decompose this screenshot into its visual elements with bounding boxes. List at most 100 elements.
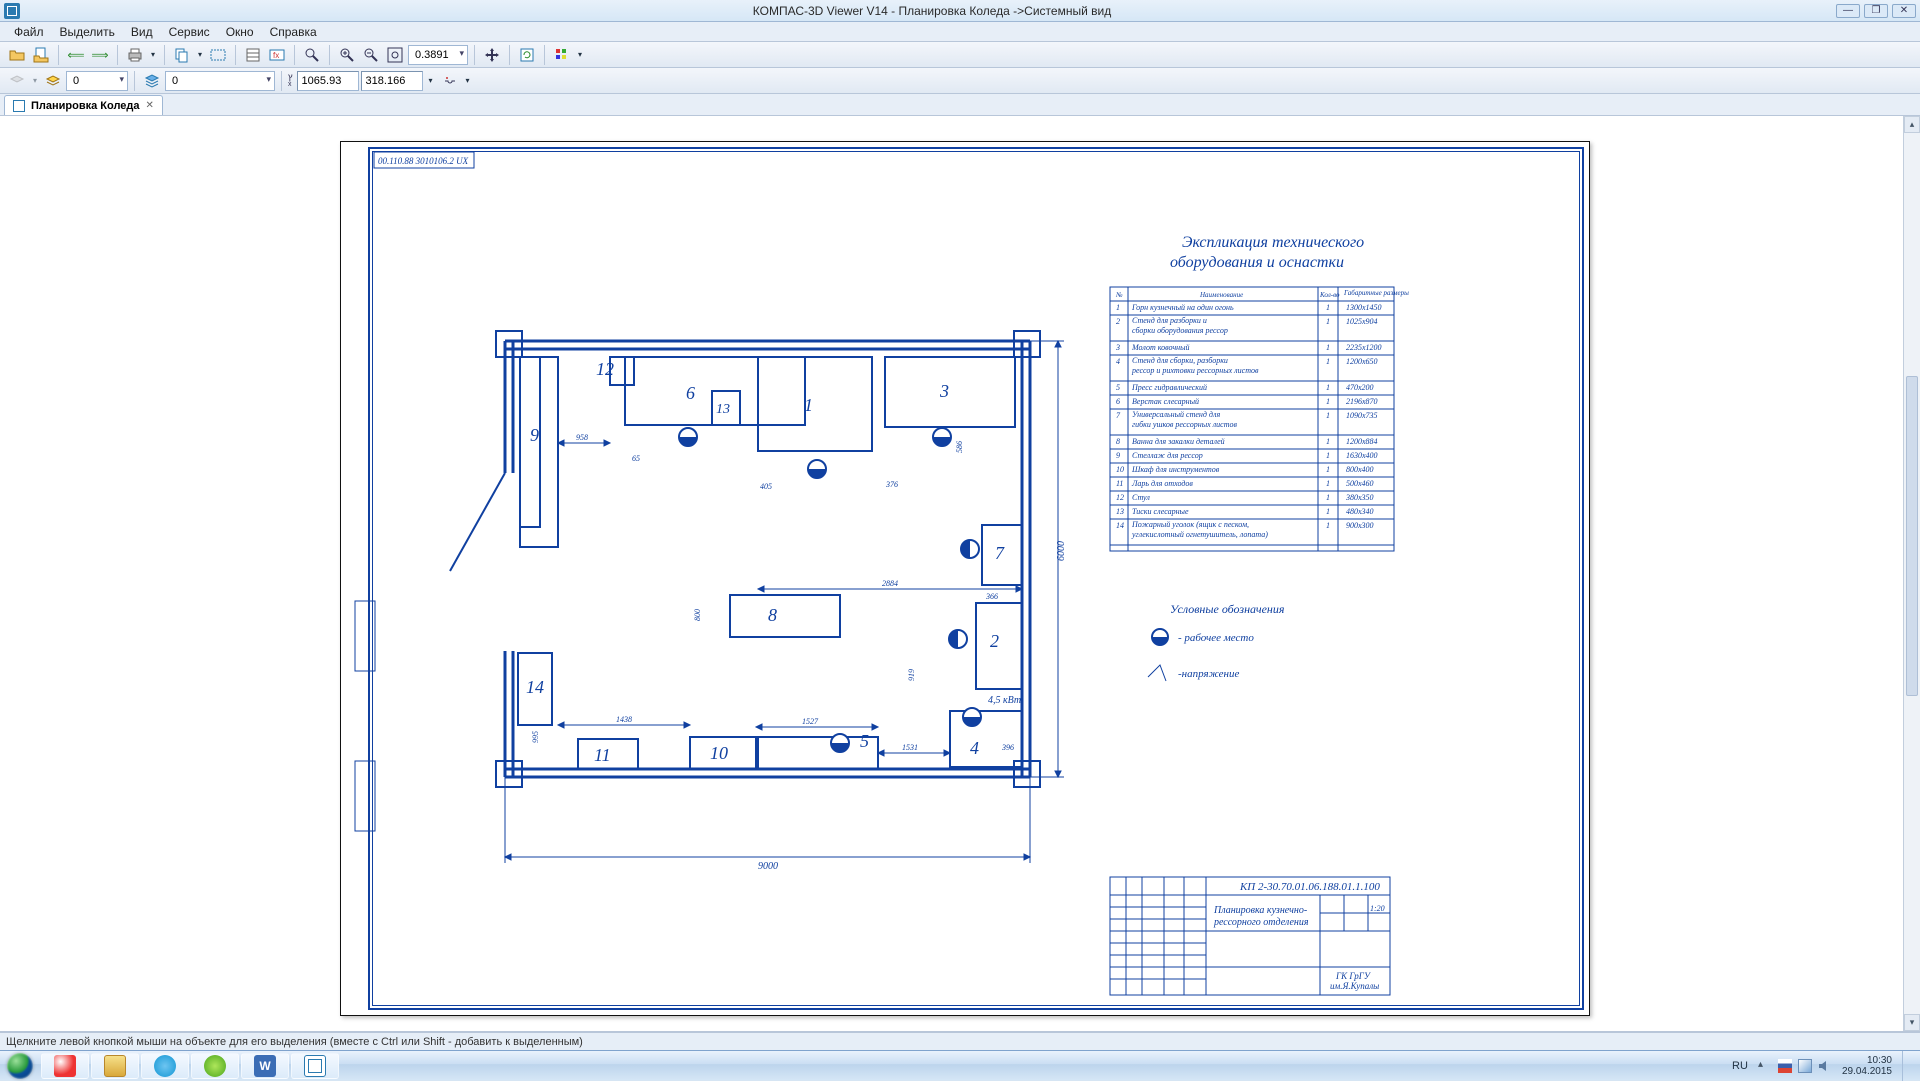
maximize-button[interactable]: ❐ (1864, 4, 1888, 18)
tray-clock[interactable]: 10:30 29.04.2015 (1842, 1055, 1892, 1077)
windows-taskbar: W RU ▴ 10:30 29.04.2015 (0, 1050, 1920, 1080)
zoom-in-button[interactable] (336, 44, 358, 66)
svg-text:1300х1450: 1300х1450 (1346, 303, 1382, 312)
svg-text:сборки оборудования рессор: сборки оборудования рессор (1132, 326, 1228, 335)
scroll-down-button[interactable]: ▾ (1904, 1014, 1920, 1031)
coord-dropdown[interactable]: ▾ (425, 70, 437, 92)
open-button[interactable] (6, 44, 28, 66)
vertical-scrollbar[interactable]: ▴ ▾ (1903, 116, 1920, 1031)
svg-text:8: 8 (768, 605, 777, 625)
variables-button[interactable]: fx (266, 44, 288, 66)
print-dropdown[interactable]: ▾ (148, 44, 158, 66)
svg-text:fx: fx (273, 51, 279, 60)
status-text: Щелкните левой кнопкой мыши на объекте д… (6, 1036, 583, 1048)
close-button[interactable]: ✕ (1892, 4, 1916, 18)
svg-text:3: 3 (1115, 343, 1120, 352)
layers-button[interactable] (141, 70, 163, 92)
minimize-button[interactable]: — (1836, 4, 1860, 18)
menu-select[interactable]: Выделить (52, 23, 123, 41)
svg-text:12: 12 (1116, 493, 1124, 502)
svg-text:10: 10 (710, 743, 728, 763)
svg-text:9000: 9000 (758, 861, 778, 872)
properties-button[interactable] (242, 44, 264, 66)
copy-button[interactable] (171, 44, 193, 66)
tray-show-hidden-icon[interactable]: ▴ (1758, 1059, 1772, 1073)
scroll-up-button[interactable]: ▴ (1904, 116, 1920, 133)
menu-file[interactable]: Файл (6, 23, 52, 41)
nav-forward-button[interactable]: ⟹ (89, 44, 111, 66)
svg-text:Шкаф для инструментов: Шкаф для инструментов (1131, 465, 1220, 474)
svg-text:995: 995 (531, 731, 540, 743)
svg-text:2884: 2884 (882, 579, 898, 588)
drawing-viewport[interactable]: 00.110.88 3010106.2 UX (0, 116, 1920, 1032)
svg-text:углекислотный огнетушитель, ло: углекислотный огнетушитель, лопата) (1131, 530, 1268, 539)
taskbar-app-kompas[interactable] (291, 1053, 339, 1079)
layer-button-1[interactable] (6, 70, 28, 92)
zoom-out-button[interactable] (360, 44, 382, 66)
tray-volume-icon[interactable] (1818, 1059, 1832, 1073)
svg-text:Ларь для отходов: Ларь для отходов (1131, 479, 1193, 488)
taskbar-app-utorrent[interactable] (191, 1053, 239, 1079)
svg-text:1: 1 (1326, 479, 1330, 488)
svg-text:1:20: 1:20 (1370, 904, 1385, 913)
copy-dropdown[interactable]: ▾ (195, 44, 205, 66)
tray-language[interactable]: RU (1732, 1060, 1748, 1072)
svg-text:1025х904: 1025х904 (1346, 317, 1378, 326)
svg-text:1200х650: 1200х650 (1346, 357, 1378, 366)
svg-text:800х400: 800х400 (1346, 465, 1374, 474)
svg-text:11: 11 (594, 745, 611, 765)
nav-back-button[interactable]: ⟸ (65, 44, 87, 66)
tray-flag-icon[interactable] (1778, 1059, 1792, 1073)
svg-text:Горн кузнечный на один огонь: Горн кузнечный на один огонь (1131, 303, 1234, 312)
svg-text:Ванна для закалки деталей: Ванна для закалки деталей (1132, 437, 1225, 446)
zoom-fit-button[interactable] (384, 44, 406, 66)
svg-text:3: 3 (939, 381, 949, 401)
open-doc-button[interactable] (30, 44, 52, 66)
svg-text:- рабочее место: - рабочее место (1178, 632, 1254, 644)
svg-text:13: 13 (1116, 507, 1124, 516)
zoom-window-button[interactable] (301, 44, 323, 66)
svg-text:1: 1 (1326, 411, 1330, 420)
taskbar-app-explorer[interactable] (91, 1053, 139, 1079)
toolbar-context: ▾ 0 0 ץx 1065.93 318.166 ▾ ▾ (0, 68, 1920, 94)
svg-text:Универсальный стенд для: Универсальный стенд для (1132, 410, 1220, 419)
print-button[interactable] (124, 44, 146, 66)
taskbar-app-skype[interactable] (141, 1053, 189, 1079)
refresh-button[interactable] (516, 44, 538, 66)
svg-text:11: 11 (1116, 479, 1123, 488)
svg-text:5: 5 (860, 731, 869, 751)
menu-service[interactable]: Сервис (161, 23, 218, 41)
layer-dropdown-1[interactable]: ▾ (30, 70, 40, 92)
scroll-thumb[interactable] (1906, 376, 1918, 696)
grid-dropdown[interactable]: ▾ (575, 44, 585, 66)
taskbar-app-yandex[interactable] (41, 1053, 89, 1079)
svg-text:7: 7 (1116, 411, 1121, 420)
layer-right-dropdown[interactable]: 0 (165, 71, 275, 91)
snap-button[interactable] (439, 70, 461, 92)
svg-text:1438: 1438 (616, 715, 632, 724)
show-desktop-button[interactable] (1902, 1051, 1912, 1081)
svg-text:1527: 1527 (802, 717, 819, 726)
svg-text:1: 1 (1326, 437, 1330, 446)
snap-dropdown[interactable]: ▾ (463, 70, 473, 92)
start-button[interactable] (0, 1051, 40, 1081)
pan-button[interactable] (481, 44, 503, 66)
state-button[interactable] (42, 70, 64, 92)
layer-left-dropdown[interactable]: 0 (66, 71, 128, 91)
grid-toggle-button[interactable] (551, 44, 573, 66)
doc-tab-label: Планировка Коледа (31, 100, 140, 112)
menu-view[interactable]: Вид (123, 23, 161, 41)
doc-tab-close-button[interactable]: ✕ (146, 100, 154, 111)
svg-text:4: 4 (970, 738, 979, 758)
zoom-value-dropdown[interactable]: 0.3891 (408, 45, 468, 65)
coord-x-field[interactable]: 1065.93 (297, 71, 359, 91)
taskbar-app-word[interactable]: W (241, 1053, 289, 1079)
menu-window[interactable]: Окно (218, 23, 262, 41)
svg-text:Экспликация технического: Экспликация технического (1182, 234, 1364, 251)
menu-help[interactable]: Справка (262, 23, 325, 41)
drawing-svg: 00.110.88 3010106.2 UX (340, 141, 1590, 1016)
screenshot-button[interactable] (207, 44, 229, 66)
coord-y-field[interactable]: 318.166 (361, 71, 423, 91)
tray-network-icon[interactable] (1798, 1059, 1812, 1073)
document-tab[interactable]: Планировка Коледа ✕ (4, 95, 163, 115)
